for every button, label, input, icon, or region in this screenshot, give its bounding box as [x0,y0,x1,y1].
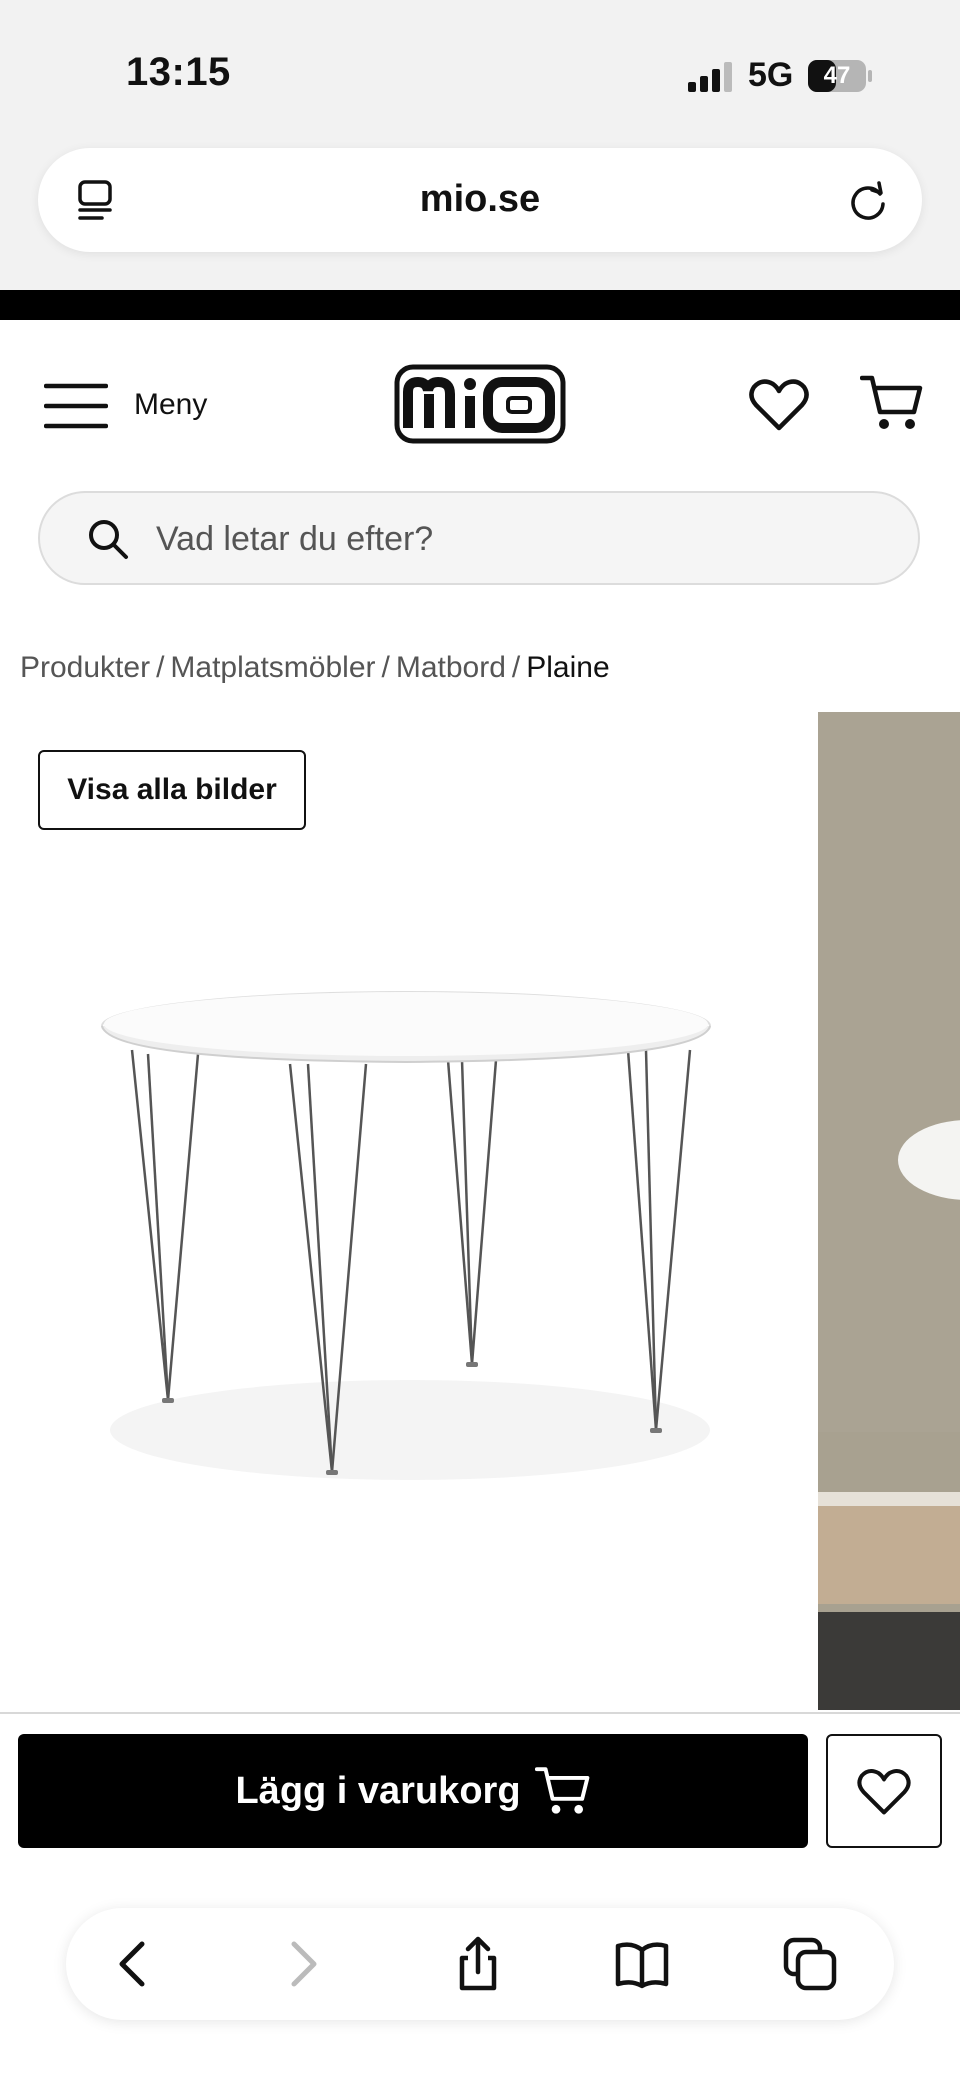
browser-toolbar [66,1908,894,2020]
search-icon [89,520,128,559]
breadcrumb-current: Plaine [526,651,610,684]
add-to-wishlist-button[interactable] [826,1734,942,1848]
url-text[interactable]: mio.se [38,178,922,221]
signal-icon [688,62,732,92]
divider [0,1712,960,1714]
search-input[interactable] [154,511,858,567]
logo-graphic [394,364,566,444]
breadcrumb: Produkter / Matplatsmöbler / Matbord / Plaine [20,651,610,685]
table-product-image [101,991,711,1480]
breadcrumb-item-matbord[interactable]: Matbord [396,651,506,684]
add-to-cart-label: Lägg i varukorg [235,1769,521,1812]
breadcrumb-item-matplatsmobler[interactable]: Matplatsmöbler [170,651,375,684]
menu-label[interactable]: Meny [134,388,207,422]
room-photo [818,712,960,1710]
battery-level: 47 [823,62,851,89]
hamburger-menu-icon[interactable] [44,382,108,430]
cart-icon [534,1767,589,1814]
chevron-right-icon[interactable] [274,1936,330,1992]
breadcrumb-separator: / [511,651,521,684]
network-type: 5G [748,56,794,94]
mio-logo[interactable] [394,364,566,444]
breadcrumb-separator: / [156,651,165,684]
book-icon[interactable] [614,1936,670,1992]
wishlist-heart-icon[interactable] [748,376,810,432]
breadcrumb-separator: / [381,651,390,684]
breadcrumb-item-produkter[interactable]: Produkter [20,651,150,684]
heart-icon [857,1769,911,1815]
promo-strip [0,290,960,320]
cart-icon[interactable] [860,372,924,434]
address-bar[interactable]: mio.se [38,148,922,252]
battery-indicator: 47 [808,60,872,92]
status-time: 13:15 [126,50,231,94]
chevron-left-icon[interactable] [106,1936,162,1992]
search-bar[interactable] [38,491,920,585]
product-image-next[interactable] [818,712,960,1710]
reload-icon[interactable] [846,178,890,222]
add-to-cart-button[interactable]: Lägg i varukorg [18,1734,808,1848]
view-all-images-button[interactable]: Visa alla bilder [38,750,306,830]
share-icon[interactable] [450,1936,506,1992]
tabs-icon[interactable] [782,1936,838,1992]
